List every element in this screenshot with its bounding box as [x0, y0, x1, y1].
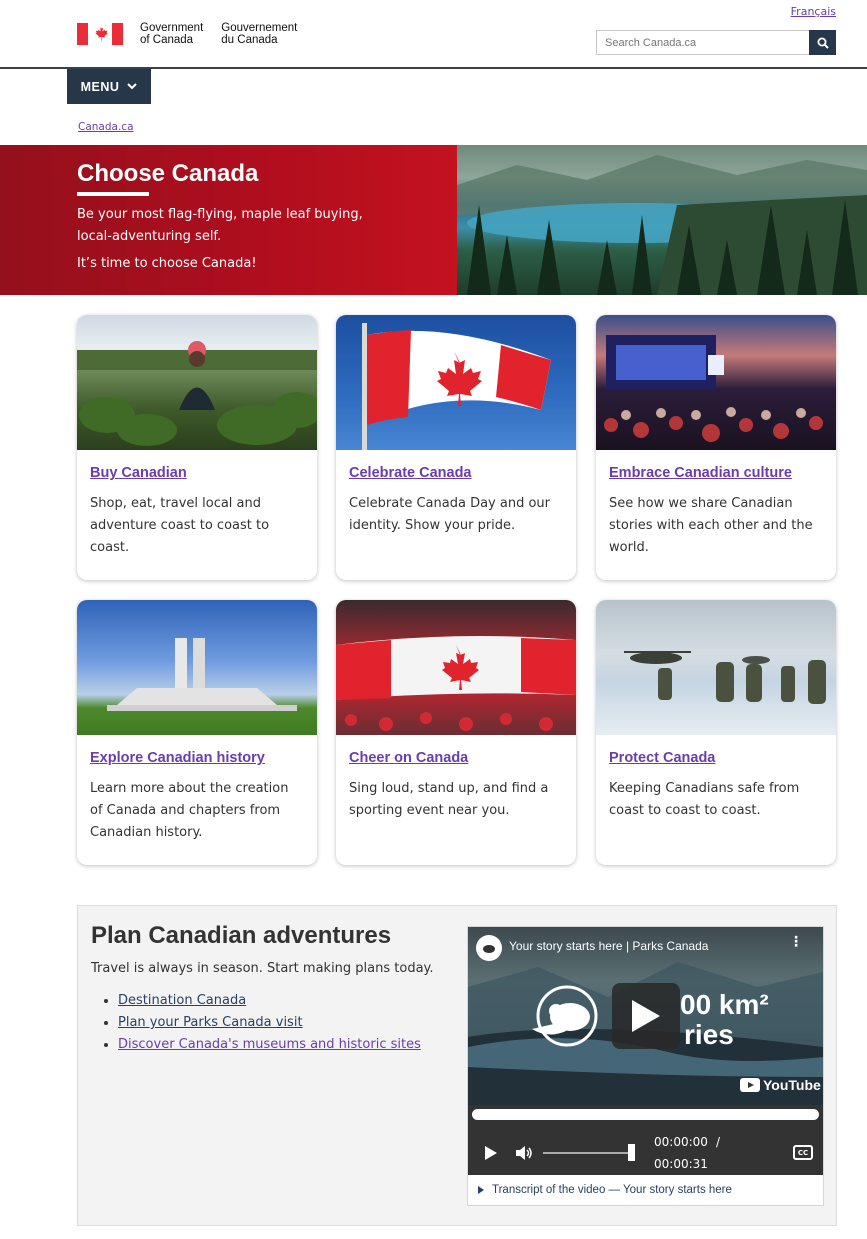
card-buy-canadian: Buy Canadian Shop, eat, travel local and…	[77, 315, 317, 580]
card-description: Celebrate Canada Day and our identity. S…	[349, 496, 551, 533]
card-image-stadium-flag	[336, 600, 576, 735]
caret-right-icon	[478, 1186, 484, 1194]
language-toggle-link[interactable]: Français	[791, 5, 836, 18]
card-image-concert	[596, 315, 836, 450]
card-title-link[interactable]: Celebrate Canada	[349, 465, 563, 481]
video-screen[interactable]: Your story starts here | Parks Canada ⋮ …	[468, 927, 823, 1105]
link-destination-canada[interactable]: Destination Canada	[118, 993, 246, 1008]
parks-canada-beaver-icon	[532, 985, 598, 1047]
hero-subtitle: Be your most flag-flying, maple leaf buy…	[77, 207, 363, 244]
menu-button[interactable]: MENU	[67, 69, 151, 104]
card-description: Shop, eat, travel local and adventure co…	[90, 496, 270, 555]
brand-english: Government of Canada	[140, 22, 204, 46]
page-title: Choose Canada	[77, 160, 259, 187]
play-icon	[632, 1000, 660, 1032]
beaver-logo-icon	[483, 945, 495, 953]
youtube-icon	[740, 1078, 760, 1092]
hero-tagline: It’s time to choose Canada!	[77, 256, 257, 271]
hero-banner: Choose Canada Be your most flag-flying, …	[0, 145, 867, 295]
video-player: Your story starts here | Parks Canada ⋮ …	[467, 926, 824, 1206]
youtube-logo[interactable]: YouTube	[740, 1077, 821, 1093]
card-description: See how we share Canadian stories with e…	[609, 496, 813, 555]
card-image-soldiers-snow	[596, 600, 836, 735]
card-title-link[interactable]: Embrace Canadian culture	[609, 465, 823, 481]
card-cheer-canada: Cheer on Canada Sing loud, stand up, and…	[336, 600, 576, 865]
video-overlay-text-2: ries	[684, 1019, 734, 1050]
search-icon	[817, 37, 829, 49]
card-image-garden	[77, 315, 317, 450]
link-parks-canada[interactable]: Plan your Parks Canada visit	[118, 1015, 303, 1030]
transcript-label: Transcript of the video — Your story sta…	[492, 1184, 732, 1196]
adventure-links-list: Destination Canada Plan your Parks Canad…	[118, 990, 421, 1056]
card-explore-history: Explore Canadian history Learn more abou…	[77, 600, 317, 865]
card-title-link[interactable]: Cheer on Canada	[349, 750, 563, 766]
more-options-icon[interactable]: ⋮	[789, 935, 803, 949]
play-icon[interactable]	[484, 1145, 498, 1161]
transcript-toggle[interactable]: Transcript of the video — Your story sta…	[468, 1175, 823, 1205]
adventures-section: Plan Canadian adventures Travel is alway…	[77, 905, 837, 1226]
channel-avatar[interactable]	[476, 935, 502, 961]
volume-slider[interactable]	[543, 1152, 634, 1154]
hero-lake-image	[457, 145, 867, 295]
link-museums-historic-sites[interactable]: Discover Canada's museums and historic s…	[118, 1037, 421, 1052]
search-button[interactable]	[809, 30, 836, 55]
video-overlay-text: 00 km²	[680, 989, 769, 1020]
section-heading: Plan Canadian adventures	[91, 922, 392, 949]
card-description: Learn more about the creation of Canada …	[90, 781, 289, 840]
card-description: Keeping Canadians safe from coast to coa…	[609, 781, 800, 818]
menu-label: MENU	[80, 79, 120, 94]
breadcrumb-link[interactable]: Canada.ca	[78, 121, 134, 133]
section-lead: Travel is always in season. Start making…	[91, 961, 434, 976]
card-image-flag	[336, 315, 576, 450]
volume-slider-handle[interactable]	[628, 1144, 635, 1161]
card-title-link[interactable]: Explore Canadian history	[90, 750, 304, 766]
government-of-canada-signature[interactable]: Government of Canada Gouvernement du Can…	[77, 22, 297, 46]
card-title-link[interactable]: Buy Canadian	[90, 465, 304, 481]
search-form	[596, 30, 836, 55]
play-overlay-button[interactable]	[612, 983, 680, 1049]
card-description: Sing loud, stand up, and find a sporting…	[349, 781, 549, 818]
duration: 00:00:31	[654, 1157, 708, 1171]
video-title[interactable]: Your story starts here | Parks Canada	[509, 939, 708, 953]
card-celebrate-canada: Celebrate Canada Celebrate Canada Day an…	[336, 315, 576, 580]
volume-icon[interactable]	[515, 1146, 533, 1160]
chevron-down-icon	[127, 83, 138, 90]
closed-captions-icon[interactable]: CC	[793, 1145, 813, 1160]
list-item: Destination Canada	[118, 990, 421, 1012]
card-protect-canada: Protect Canada Keeping Canadians safe fr…	[596, 600, 836, 865]
card-title-link[interactable]: Protect Canada	[609, 750, 823, 766]
canada-flag-icon	[77, 23, 123, 45]
video-controls: 00:00:00 / 00:00:31 CC	[468, 1105, 823, 1175]
brand-french: Gouvernement du Canada	[221, 22, 298, 46]
list-item: Discover Canada's museums and historic s…	[118, 1034, 421, 1056]
card-embrace-culture: Embrace Canadian culture See how we shar…	[596, 315, 836, 580]
current-time: 00:00:00	[654, 1135, 708, 1149]
title-underline	[77, 192, 149, 196]
search-input[interactable]	[596, 30, 809, 55]
card-image-vimy-memorial	[77, 600, 317, 735]
time-separator: /	[716, 1135, 721, 1149]
progress-bar[interactable]	[472, 1109, 819, 1120]
hero-text-panel: Choose Canada Be your most flag-flying, …	[0, 145, 457, 295]
list-item: Plan your Parks Canada visit	[118, 1012, 421, 1034]
